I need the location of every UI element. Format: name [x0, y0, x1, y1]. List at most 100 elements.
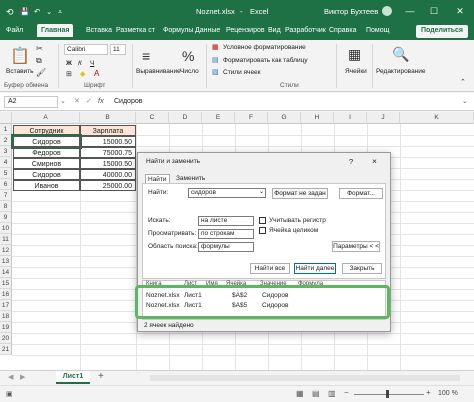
format-as-table-button[interactable]: Форматировать как таблицу: [223, 57, 308, 64]
tab-insert[interactable]: Вставка: [86, 27, 112, 34]
font-name-select[interactable]: Calibri: [64, 44, 108, 55]
column-header[interactable]: G: [268, 112, 301, 124]
row-header[interactable]: 2: [0, 135, 12, 146]
undo-icon[interactable]: ↶: [34, 7, 40, 16]
row-header[interactable]: 20: [0, 333, 12, 344]
table-cell[interactable]: 75000.75: [80, 147, 136, 158]
column-header[interactable]: E: [202, 112, 235, 124]
row-header[interactable]: 11: [0, 234, 12, 245]
bold-button[interactable]: Ж: [66, 60, 72, 67]
redo-icon[interactable]: ⌄: [46, 7, 52, 16]
alignment-icon[interactable]: ≡: [142, 48, 150, 64]
conditional-format-icon[interactable]: ▦: [212, 43, 219, 51]
tab-data[interactable]: Данные: [195, 27, 220, 34]
row-header[interactable]: 13: [0, 256, 12, 267]
table-cell[interactable]: 15000.50: [80, 136, 136, 147]
dialog-close-icon[interactable]: ×: [372, 156, 377, 166]
table-cell[interactable]: 40000.00: [80, 169, 136, 180]
font-size-select[interactable]: 11: [110, 44, 126, 55]
match-case-checkbox[interactable]: [259, 217, 266, 224]
row-header[interactable]: 5: [0, 168, 12, 179]
table-header-cell[interactable]: Зарплата: [80, 125, 136, 136]
find-next-button[interactable]: Найти далее: [294, 263, 336, 274]
select-all-corner[interactable]: [0, 112, 12, 124]
zoom-level[interactable]: 100 %: [438, 390, 458, 397]
name-box-dropdown-icon[interactable]: ⌄: [60, 97, 66, 105]
within-select[interactable]: на листе: [198, 216, 254, 226]
column-header[interactable]: F: [235, 112, 268, 124]
row-header[interactable]: 3: [0, 146, 12, 157]
font-color-icon[interactable]: A: [94, 69, 99, 78]
format-table-icon[interactable]: ▤: [212, 56, 219, 64]
cell-styles-button[interactable]: Стили ячеек: [223, 69, 261, 76]
row-header[interactable]: 9: [0, 212, 12, 223]
column-header[interactable]: C: [136, 112, 169, 124]
cell-styles-icon[interactable]: ▧: [212, 68, 219, 76]
tab-review[interactable]: Рецензиров: [226, 27, 265, 34]
row-header[interactable]: 7: [0, 190, 12, 201]
row-header[interactable]: 18: [0, 311, 12, 322]
column-header[interactable]: K: [400, 112, 474, 124]
table-cell[interactable]: 25000.00: [80, 180, 136, 191]
row-header[interactable]: 21: [0, 344, 12, 355]
tab-formulas[interactable]: Формулы: [163, 27, 193, 34]
maximize-icon[interactable]: ☐: [422, 0, 446, 22]
tab-page-layout[interactable]: Разметка ст: [116, 27, 155, 34]
column-header[interactable]: H: [301, 112, 334, 124]
minimize-icon[interactable]: —: [398, 0, 422, 22]
alignment-label[interactable]: Выравнивание: [136, 68, 181, 75]
row-header[interactable]: 4: [0, 157, 12, 168]
row-header[interactable]: 8: [0, 201, 12, 212]
column-header[interactable]: J: [367, 112, 400, 124]
close-icon[interactable]: ✕: [448, 0, 472, 22]
find-all-button[interactable]: Найти все: [250, 263, 290, 274]
close-button[interactable]: Закрыть: [342, 263, 382, 274]
match-entire-checkbox[interactable]: [259, 227, 266, 234]
column-header[interactable]: A: [12, 112, 80, 124]
autosave-icon[interactable]: ⟲: [6, 7, 14, 18]
user-name[interactable]: Виктор Бухтеев: [324, 7, 378, 16]
zoom-out-icon[interactable]: −: [344, 388, 349, 397]
paste-label[interactable]: Вставить: [6, 68, 34, 75]
zoom-slider[interactable]: [354, 394, 424, 395]
row-header[interactable]: 14: [0, 267, 12, 278]
table-header-cell[interactable]: Сотрудник: [13, 125, 80, 136]
save-icon[interactable]: 💾: [20, 7, 29, 16]
underline-button[interactable]: Ч: [90, 60, 94, 67]
tab-view[interactable]: Вид: [268, 27, 281, 34]
search-order-select[interactable]: по строкам: [198, 229, 254, 239]
row-header[interactable]: 17: [0, 300, 12, 311]
sheet-tab-active[interactable]: Лист1: [56, 371, 90, 384]
table-cell-selected[interactable]: Сидоров: [11, 134, 82, 149]
prev-sheet-icon[interactable]: ◀: [8, 373, 13, 381]
horizontal-scrollbar[interactable]: [150, 375, 460, 381]
normal-view-icon[interactable]: ▦: [296, 389, 304, 398]
table-cell[interactable]: Иванов: [13, 180, 80, 191]
column-header[interactable]: D: [169, 112, 202, 124]
formula-input[interactable]: Сидоров: [110, 96, 462, 108]
row-header[interactable]: 6: [0, 179, 12, 190]
tab-file[interactable]: Файл: [6, 27, 23, 34]
italic-button[interactable]: К: [78, 60, 82, 67]
tab-developer[interactable]: Разработчик: [285, 27, 326, 34]
cancel-entry-icon[interactable]: ✕: [74, 97, 80, 105]
table-cell[interactable]: 15000.50: [80, 158, 136, 169]
look-in-select[interactable]: формулы: [198, 242, 254, 252]
paste-icon[interactable]: 📋: [10, 46, 30, 66]
number-label[interactable]: Число: [180, 68, 199, 75]
editing-button[interactable]: Редактирование: [376, 68, 426, 75]
column-header[interactable]: I: [334, 112, 367, 124]
row-header[interactable]: 1: [0, 124, 12, 135]
cells-button[interactable]: Ячейки: [345, 68, 367, 75]
table-cell[interactable]: Федоров: [13, 147, 80, 158]
find-what-input[interactable]: сидоров: [188, 188, 266, 198]
confirm-entry-icon[interactable]: ✓: [86, 97, 92, 105]
customize-icon[interactable]: ⩡: [58, 7, 62, 17]
collapse-ribbon-icon[interactable]: ⌃: [460, 78, 466, 86]
format-painter-icon[interactable]: 🖌: [36, 68, 46, 77]
number-format-icon[interactable]: %: [182, 48, 194, 64]
row-header[interactable]: 10: [0, 223, 12, 234]
next-sheet-icon[interactable]: ▶: [20, 373, 25, 381]
insert-function-icon[interactable]: fx: [98, 96, 104, 105]
name-box[interactable]: A2: [4, 96, 58, 108]
